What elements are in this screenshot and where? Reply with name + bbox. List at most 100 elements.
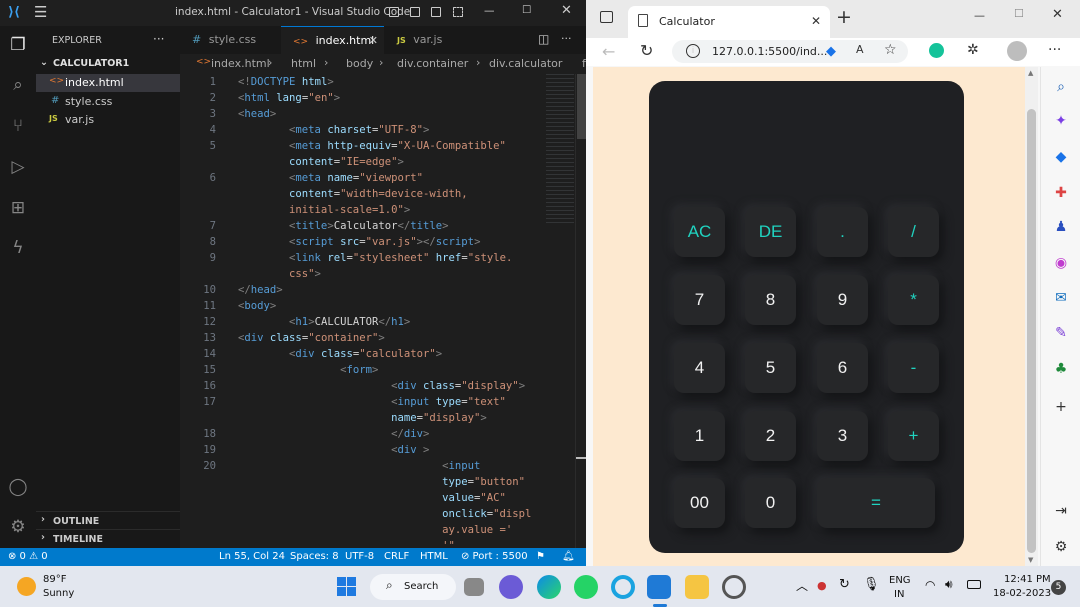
- maximize-icon[interactable]: ☐: [522, 4, 531, 16]
- profile-avatar-icon[interactable]: [1007, 41, 1027, 61]
- split-editor-icon[interactable]: ◫: [538, 32, 549, 46]
- minimize-icon[interactable]: —: [484, 5, 495, 17]
- wifi-icon[interactable]: ◠: [925, 578, 935, 592]
- search-icon[interactable]: ⌕: [1051, 77, 1071, 97]
- calc-key[interactable]: 7: [674, 275, 725, 325]
- tab-index-html[interactable]: <> index.html ✕: [281, 26, 384, 54]
- tab-var-js[interactable]: JS var.js: [385, 26, 483, 54]
- start-windows-icon[interactable]: [337, 577, 356, 596]
- code-line[interactable]: <link rel="stylesheet" href="style.: [238, 252, 512, 264]
- more-actions-icon[interactable]: ···: [561, 32, 572, 45]
- code-line[interactable]: <meta http-equiv="X-UA-Compatible": [238, 140, 506, 152]
- copilot-icon[interactable]: ✦: [1051, 111, 1071, 131]
- calc-key[interactable]: =: [817, 478, 935, 528]
- weather-sun-icon[interactable]: [17, 577, 36, 596]
- tab-style-css[interactable]: # style.css: [180, 26, 280, 54]
- clock-time[interactable]: 12:41 PM: [1004, 574, 1051, 585]
- more-menu-icon[interactable]: ···: [1048, 42, 1061, 58]
- browser-tab-calculator[interactable]: Calculator ✕: [628, 6, 830, 38]
- outline-section[interactable]: › OUTLINE: [36, 511, 180, 529]
- taskbar-search[interactable]: ⌕ Search: [370, 574, 456, 600]
- code-line[interactable]: <input type="text": [238, 396, 506, 408]
- cursor-position[interactable]: Ln 55, Col 24: [219, 551, 285, 562]
- scrollbar-thumb[interactable]: [577, 74, 586, 139]
- close-icon[interactable]: ✕: [561, 3, 572, 18]
- code-line[interactable]: <!DOCTYPE html>: [238, 76, 334, 88]
- calc-key[interactable]: +: [888, 411, 939, 461]
- code-line[interactable]: </div>: [238, 428, 429, 440]
- battery-icon[interactable]: [967, 580, 981, 589]
- add-favorite-icon[interactable]: ☆: [884, 42, 897, 58]
- code-line[interactable]: css">: [238, 268, 321, 280]
- file-item-index-html[interactable]: <> index.html: [36, 74, 180, 92]
- project-folder[interactable]: ⌄ CALCULATOR1: [36, 57, 180, 73]
- calc-key[interactable]: 3: [817, 411, 868, 461]
- toggle-panel-icon[interactable]: [410, 7, 420, 17]
- page-scrollbar[interactable]: ▲ ▼: [1025, 67, 1038, 566]
- code-line[interactable]: <title>Calculator</title>: [238, 220, 449, 232]
- tools-icon[interactable]: ✚: [1051, 183, 1071, 203]
- whatsapp-icon[interactable]: [574, 575, 598, 599]
- notifications-bell-icon[interactable]: 🔔︎: [562, 551, 575, 562]
- code-line[interactable]: <input: [238, 460, 480, 472]
- url-text[interactable]: 127.0.0.1:5500/ind...: [712, 45, 827, 58]
- code-line[interactable]: type="button": [238, 476, 525, 488]
- feedback-icon[interactable]: ⚑: [536, 551, 545, 562]
- live-share-icon[interactable]: ϟ: [7, 237, 29, 259]
- code-line[interactable]: <script src="var.js"></script>: [238, 236, 480, 248]
- code-line[interactable]: <html lang="en">: [238, 92, 340, 104]
- cortana-icon[interactable]: [611, 575, 635, 599]
- microsoft-365-icon[interactable]: ◉: [1051, 253, 1071, 273]
- calc-key[interactable]: 00: [674, 478, 725, 528]
- scrollbar-arrow-up-icon[interactable]: ▲: [1028, 69, 1033, 77]
- code-line[interactable]: <div class="display">: [238, 380, 525, 392]
- explorer-more-icon[interactable]: ···: [153, 32, 164, 46]
- tray-app-icon[interactable]: ●: [817, 579, 827, 592]
- add-sidebar-app-icon[interactable]: +: [1051, 397, 1071, 417]
- indent-status[interactable]: Spaces: 8: [290, 551, 339, 562]
- calc-key[interactable]: -: [888, 343, 939, 393]
- source-control-icon[interactable]: ⑂: [7, 115, 29, 137]
- file-item-style-css[interactable]: # style.css: [36, 93, 180, 111]
- tab-actions-icon[interactable]: [600, 11, 613, 23]
- code-line[interactable]: <h1>CALCULATOR</h1>: [238, 316, 410, 328]
- breadcrumb-item[interactable]: html: [291, 57, 316, 70]
- code-line[interactable]: <div >: [238, 444, 429, 456]
- calc-key[interactable]: DE: [745, 207, 796, 257]
- code-line[interactable]: onclick="displ: [238, 508, 531, 520]
- scrollbar-thumb[interactable]: [1027, 109, 1036, 553]
- address-bar[interactable]: i 127.0.0.1:5500/ind... ◆ A ☆: [672, 40, 908, 63]
- tree-icon[interactable]: ♣: [1051, 359, 1071, 379]
- code-line[interactable]: </head>: [238, 284, 283, 296]
- close-tab-icon[interactable]: ✕: [369, 27, 378, 55]
- breadcrumb-item[interactable]: index.html: [211, 57, 270, 70]
- designer-icon[interactable]: ✎: [1051, 323, 1071, 343]
- file-item-var-js[interactable]: JS var.js: [36, 111, 180, 129]
- run-debug-icon[interactable]: ▷: [7, 156, 29, 178]
- outlook-icon[interactable]: ✉: [1051, 288, 1071, 308]
- weather-desc[interactable]: Sunny: [43, 588, 74, 599]
- account-icon[interactable]: ◯: [7, 476, 29, 498]
- settings-gear-icon[interactable]: ⚙: [7, 516, 29, 538]
- extensions-puzzle-icon[interactable]: ✲: [967, 42, 979, 58]
- sidebar-settings-icon[interactable]: ⚙: [1051, 537, 1071, 557]
- notification-badge[interactable]: 5: [1051, 580, 1066, 595]
- vscode-taskbar-icon[interactable]: [647, 575, 671, 599]
- code-line[interactable]: <head>: [238, 108, 276, 120]
- read-aloud-icon[interactable]: A: [856, 43, 864, 56]
- eol-status[interactable]: CRLF: [384, 551, 409, 562]
- back-icon[interactable]: ←: [602, 42, 615, 61]
- close-icon[interactable]: ✕: [1052, 7, 1063, 22]
- calc-key[interactable]: 4: [674, 343, 725, 393]
- sync-icon[interactable]: ↻: [839, 577, 850, 592]
- file-explorer-icon[interactable]: [685, 575, 709, 599]
- language-line2[interactable]: IN: [894, 589, 904, 600]
- scrollbar-arrow-down-icon[interactable]: ▼: [1028, 556, 1033, 564]
- calc-key[interactable]: /: [888, 207, 939, 257]
- editor-scrollbar[interactable]: [575, 74, 587, 548]
- minimap[interactable]: [546, 74, 574, 224]
- minimize-icon[interactable]: —: [974, 9, 985, 22]
- grammarly-icon[interactable]: [929, 43, 944, 58]
- toggle-primary-sidebar-icon[interactable]: [389, 7, 399, 17]
- clock-date[interactable]: 18-02-2023: [993, 588, 1051, 599]
